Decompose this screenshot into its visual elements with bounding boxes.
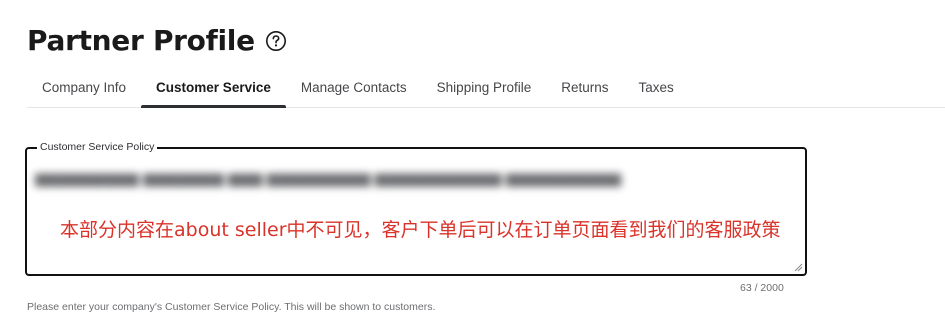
tab-taxes[interactable]: Taxes bbox=[624, 68, 689, 107]
red-annotation-text: 本部分内容在about seller中不可见，客户下单后可以在订单页面看到我们的… bbox=[60, 219, 781, 241]
partner-profile-page: Partner Profile Company Info Customer Se… bbox=[0, 0, 945, 335]
customer-service-policy-textarea[interactable]: ▆▆▆▆▆▆▆▆▆ ▆▆▆▆▆▆▆ ▆▆▆ ▆▆▆▆▆▆▆▆▆ ▆▆▆▆▆▆▆▆… bbox=[25, 147, 807, 276]
profile-tabs: Company Info Customer Service Manage Con… bbox=[27, 68, 945, 108]
tab-company-info[interactable]: Company Info bbox=[27, 68, 141, 107]
page-header: Partner Profile bbox=[27, 24, 287, 57]
page-title: Partner Profile bbox=[27, 24, 255, 57]
tab-shipping-profile[interactable]: Shipping Profile bbox=[422, 68, 547, 107]
character-counter: 63 / 2000 bbox=[740, 282, 784, 294]
tab-returns[interactable]: Returns bbox=[546, 68, 623, 107]
resize-handle-icon[interactable] bbox=[794, 263, 803, 272]
tab-customer-service[interactable]: Customer Service bbox=[141, 68, 286, 108]
tab-manage-contacts[interactable]: Manage Contacts bbox=[286, 68, 422, 107]
customer-service-policy-field: ▆▆▆▆▆▆▆▆▆ ▆▆▆▆▆▆▆ ▆▆▆ ▆▆▆▆▆▆▆▆▆ ▆▆▆▆▆▆▆▆… bbox=[25, 141, 807, 276]
question-circle-icon[interactable] bbox=[265, 30, 287, 52]
field-label: Customer Service Policy bbox=[37, 141, 158, 153]
helper-text: Please enter your company's Customer Ser… bbox=[27, 301, 436, 313]
blurred-policy-text: ▆▆▆▆▆▆▆▆▆ ▆▆▆▆▆▆▆ ▆▆▆ ▆▆▆▆▆▆▆▆▆ ▆▆▆▆▆▆▆▆… bbox=[35, 170, 622, 187]
